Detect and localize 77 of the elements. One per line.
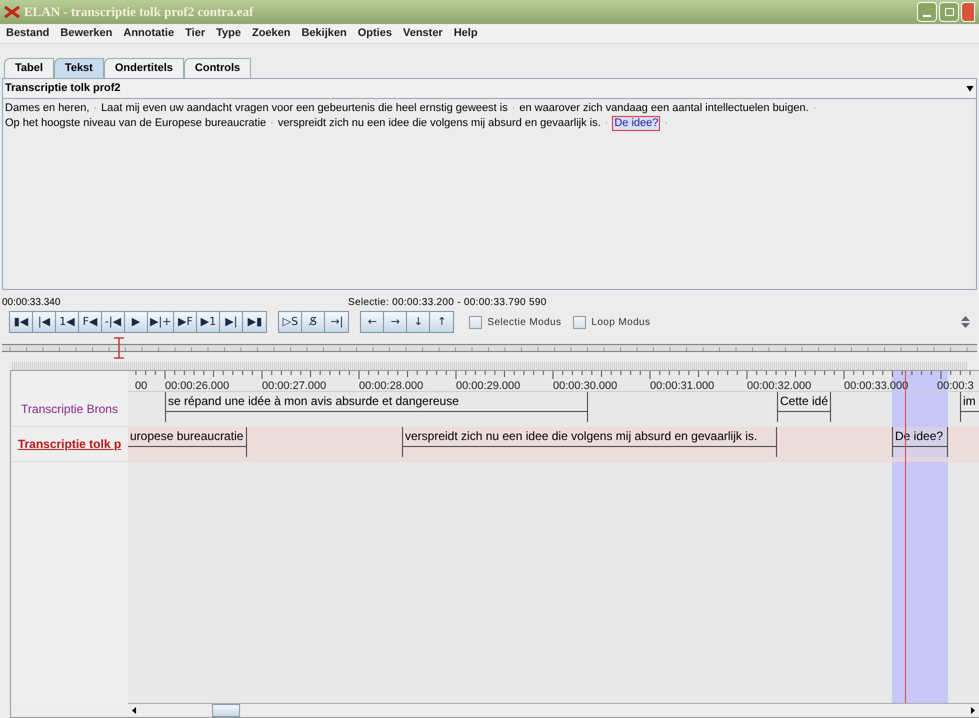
ruler-label: 00:00:31.000 <box>650 379 714 394</box>
player-button[interactable]: ▷S <box>279 312 302 332</box>
menu-item[interactable]: Zoeken <box>252 25 290 42</box>
ruler-label: 00:00:26.000 <box>165 379 230 394</box>
player-button[interactable]: ← <box>361 312 384 332</box>
close-button[interactable] <box>961 2 975 22</box>
player-button[interactable]: ▶ <box>125 312 148 332</box>
slider-thumb[interactable] <box>113 337 125 359</box>
ruler-label: 00:00:27.000 <box>262 379 326 394</box>
player-button[interactable]: F◀ <box>79 312 102 332</box>
player-button[interactable]: ▶1 <box>197 312 220 332</box>
annotation[interactable]: verspreidt zich nu een idee die volgens mij absurd en gevaarlijk is. <box>402 427 777 457</box>
player-button[interactable]: ↓ <box>407 312 430 332</box>
menu-item[interactable]: Help <box>454 25 478 42</box>
window-title: ELAN - transcriptie tolk prof2 contra.eaf <box>24 3 254 22</box>
player-button[interactable]: ▮◀ <box>10 312 33 332</box>
tier-dropdown[interactable]: Transcriptie tolk prof2 <box>3 79 976 99</box>
ruler-label: 00:00:3 <box>937 379 974 394</box>
ruler-label: 00:00:32.000 <box>747 379 812 394</box>
player-button[interactable]: ▶F <box>174 312 198 332</box>
tab[interactable]: Ondertitels <box>104 58 184 78</box>
separator-dot: · <box>512 102 516 114</box>
tab[interactable]: Controls <box>184 58 252 78</box>
selection-info: Selectie: 00:00:33.200 - 00:00:33.790 590 <box>348 296 547 310</box>
annotation-segment[interactable]: De idee? <box>612 116 660 131</box>
menu-item[interactable]: Bekijken <box>301 25 347 42</box>
checkbox-label: Selectie Modus <box>487 316 562 330</box>
resize-arrows-icon[interactable] <box>961 316 970 328</box>
annotation-segment[interactable]: en waarover zich vandaag een aantal intellectuelen buigen. <box>519 101 809 116</box>
minimize-button[interactable] <box>917 2 937 22</box>
player-button[interactable]: 1◀ <box>56 312 79 332</box>
restore-button[interactable] <box>939 2 959 22</box>
ruler-label: 00:00:29.000 <box>456 379 520 394</box>
checkbox[interactable] <box>469 316 482 328</box>
player-button[interactable]: S̸ <box>302 312 326 332</box>
player-button[interactable]: ↑ <box>430 312 454 332</box>
menu-item[interactable]: Tier <box>185 25 206 42</box>
menu-item[interactable]: Annotatie <box>123 25 174 42</box>
timeline-slider[interactable] <box>2 336 977 360</box>
menu-item[interactable]: Venster <box>402 25 443 42</box>
menu-item[interactable]: Type <box>216 25 241 42</box>
scrollbar-thumb[interactable] <box>212 704 240 717</box>
annotation-segment[interactable]: Laat mij even uw aandacht vragen voor een gebeurtenis die heel ernstig geweest is <box>101 101 508 116</box>
annotation-segment[interactable]: Op het hoogste niveau van de Europese bureaucratie <box>5 116 266 131</box>
tab[interactable]: Tekst <box>54 58 104 78</box>
annotation[interactable]: im <box>960 392 979 422</box>
ruler-label: 00:00:30.000 <box>553 379 618 394</box>
media-time: 00:00:33.340 <box>2 296 62 310</box>
checkbox-label: Loop Modus <box>591 316 650 330</box>
menu-item[interactable]: Opties <box>358 25 392 42</box>
player-button[interactable]: -|◀ <box>102 312 125 332</box>
app-logo-icon <box>4 5 20 19</box>
menu-item[interactable]: Bestand <box>6 25 50 42</box>
player-button[interactable]: → <box>384 312 408 332</box>
annotation[interactable]: Cette idé <box>777 392 831 422</box>
menu-item[interactable]: Bewerken <box>60 25 112 42</box>
annotation-segment[interactable]: Dames en heren, <box>5 101 90 116</box>
checkbox[interactable] <box>573 316 586 328</box>
player-button[interactable]: |◀ <box>33 312 56 332</box>
horizontal-scrollbar[interactable] <box>128 703 979 717</box>
tab[interactable]: Tabel <box>4 58 54 78</box>
player-button[interactable]: ▶▮ <box>243 312 266 332</box>
player-button[interactable]: ▶| <box>220 312 244 332</box>
separator-dot: · <box>270 117 274 129</box>
separator-dot: · <box>604 117 608 129</box>
annotation[interactable]: uropese bureaucratie <box>128 427 247 457</box>
ruler-label: 00:00:28.000 <box>359 379 424 394</box>
separator-dot: · <box>664 117 668 129</box>
separator-dot: · <box>93 102 98 114</box>
annotation[interactable]: se répand une idée à mon avis absurde et dangereuse <box>165 392 588 422</box>
tier-label[interactable]: Transcriptie Brons <box>21 400 118 418</box>
player-button[interactable]: →| <box>325 312 348 332</box>
ruler-label: 00 <box>135 379 148 394</box>
tier-label[interactable]: Transcriptie tolk p <box>18 435 122 453</box>
separator-dot: · <box>812 102 816 114</box>
annotation-segment[interactable]: verspreidt zich nu een idee die volgens mij absurd en gevaarlijk is. <box>278 116 601 131</box>
player-button[interactable]: ▶|+ <box>148 312 174 332</box>
